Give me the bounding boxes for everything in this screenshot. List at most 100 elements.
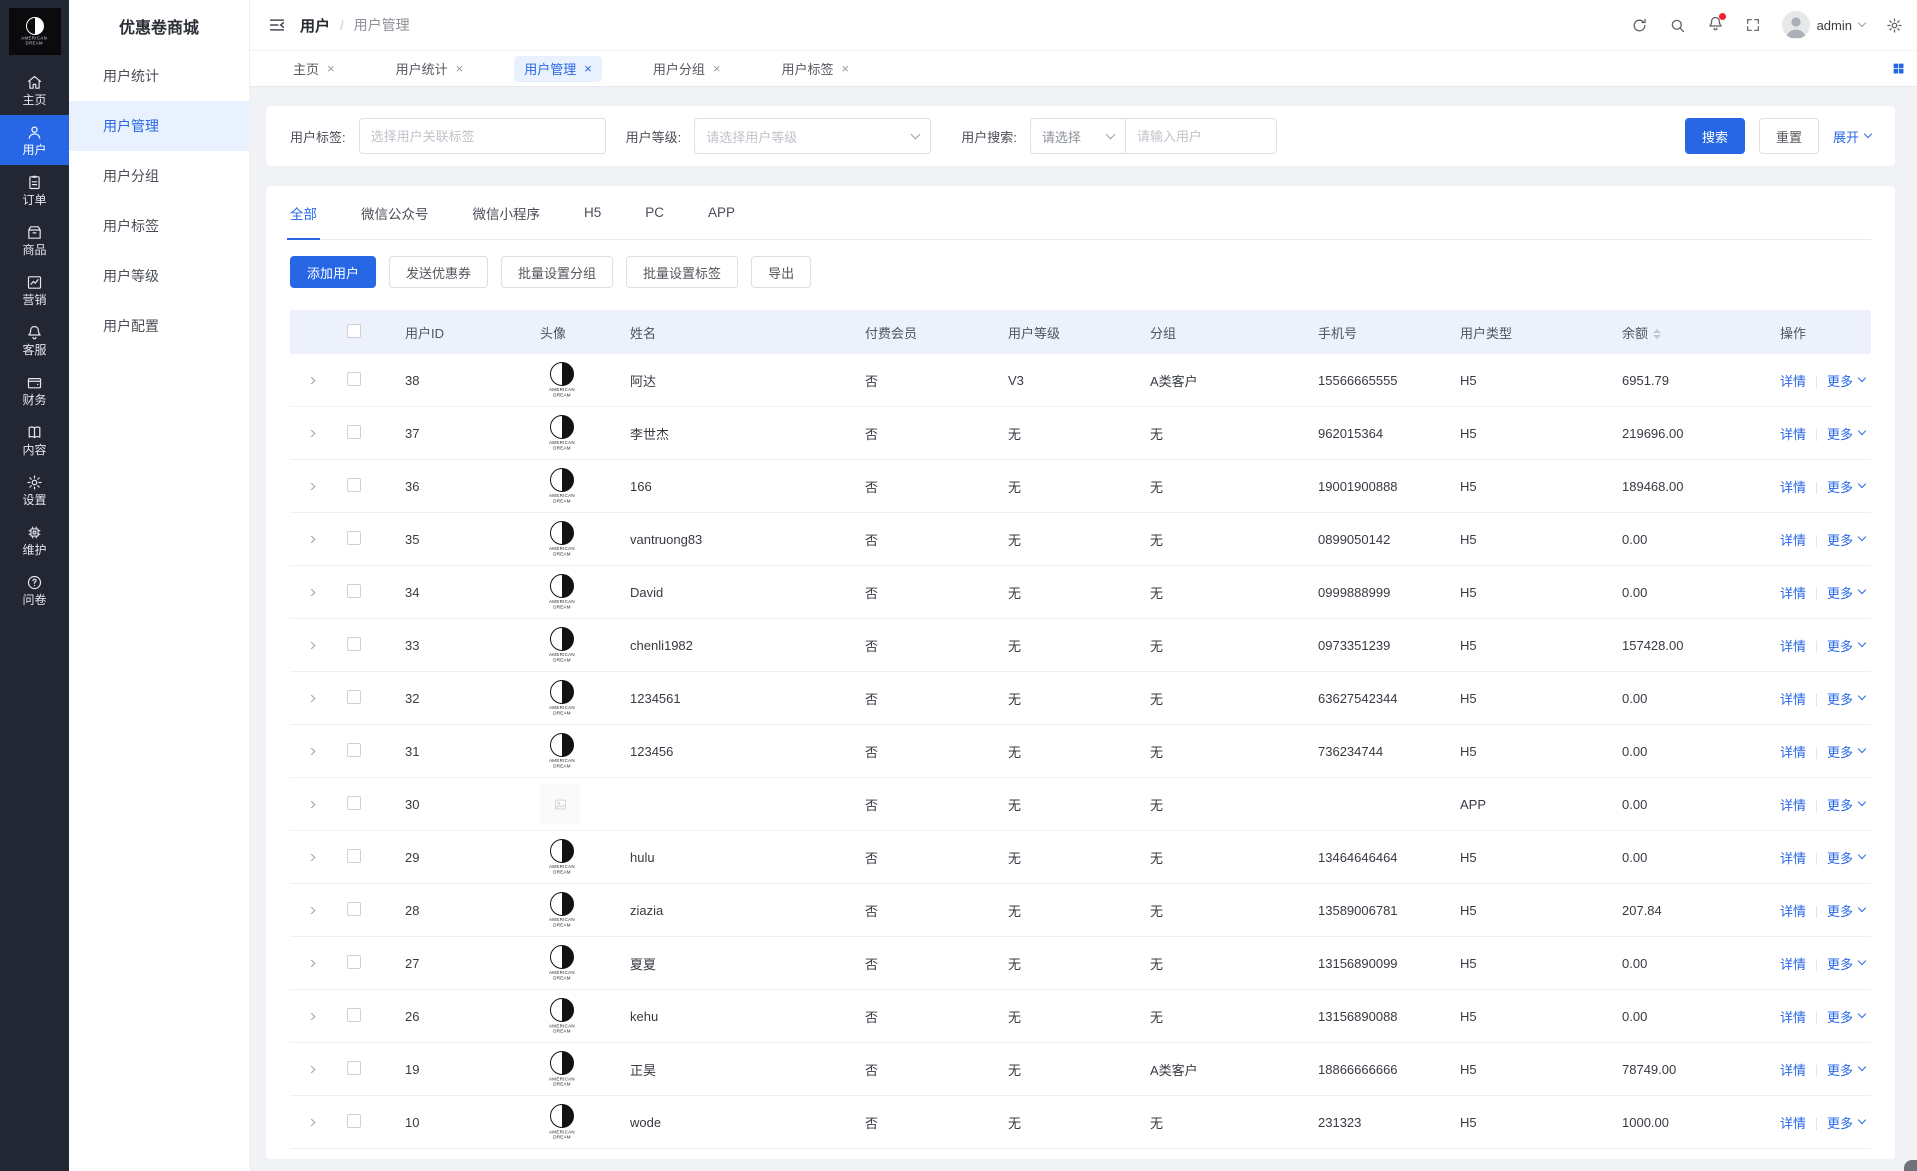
expand-row-icon[interactable] [305, 801, 315, 808]
row-detail-link[interactable]: 详情 [1780, 901, 1806, 920]
row-checkbox[interactable] [347, 478, 361, 492]
user-type-tab[interactable]: PC [645, 186, 664, 239]
row-checkbox[interactable] [347, 637, 361, 651]
expand-row-icon[interactable] [305, 642, 315, 649]
row-checkbox[interactable] [347, 584, 361, 598]
sidebar-item-0[interactable]: 用户统计 [69, 51, 249, 101]
row-more-link[interactable]: 更多 [1827, 371, 1865, 390]
table-row[interactable]: 34 AMERICANDREAM David 否 无 无 0999888999 … [290, 566, 1871, 619]
user-type-tab[interactable]: 全部 [290, 186, 317, 239]
table-action-button-1[interactable]: 批量设置分组 [501, 256, 613, 288]
table-action-button-3[interactable]: 导出 [751, 256, 811, 288]
sort-icon[interactable] [1653, 329, 1661, 339]
user-type-tab[interactable]: 微信小程序 [473, 186, 541, 239]
expand-row-icon[interactable] [305, 483, 315, 490]
row-more-link[interactable]: 更多 [1827, 954, 1865, 973]
row-detail-link[interactable]: 详情 [1780, 583, 1806, 602]
row-checkbox[interactable] [347, 1114, 361, 1128]
table-row[interactable]: 32 AMERICANDREAM 1234561 否 无 无 636275423… [290, 672, 1871, 725]
user-menu[interactable]: admin [1782, 11, 1865, 39]
expand-row-icon[interactable] [305, 960, 315, 967]
expand-row-icon[interactable] [305, 748, 315, 755]
row-checkbox[interactable] [347, 902, 361, 916]
search-icon[interactable] [1669, 17, 1686, 34]
fullscreen-icon[interactable] [1745, 17, 1761, 33]
page-tab[interactable]: 用户分组 × [643, 56, 731, 82]
rail-item-service[interactable]: 客服 [0, 315, 69, 365]
row-more-link[interactable]: 更多 [1827, 1113, 1865, 1132]
table-row[interactable]: 27 AMERICANDREAM 夏夏 否 无 无 13156890099 H5… [290, 937, 1871, 990]
rail-item-survey[interactable]: 问卷 [0, 565, 69, 615]
row-detail-link[interactable]: 详情 [1780, 689, 1806, 708]
table-row[interactable]: 30 否 无 无 APP 0.00 详情更多 [290, 778, 1871, 831]
table-row[interactable]: 26 AMERICANDREAM kehu 否 无 无 13156890088 … [290, 990, 1871, 1043]
table-row[interactable]: 38 AMERICANDREAM 阿达 否 V3 A类客户 1556666555… [290, 354, 1871, 407]
sidebar-item-5[interactable]: 用户配置 [69, 301, 249, 351]
table-row[interactable]: 36 AMERICANDREAM 166 否 无 无 19001900888 H… [290, 460, 1871, 513]
table-row[interactable]: 35 AMERICANDREAM vantruong83 否 无 无 08990… [290, 513, 1871, 566]
row-detail-link[interactable]: 详情 [1780, 1007, 1806, 1026]
row-detail-link[interactable]: 详情 [1780, 1113, 1806, 1132]
row-detail-link[interactable]: 详情 [1780, 371, 1806, 390]
table-row[interactable]: 28 AMERICANDREAM ziazia 否 无 无 1358900678… [290, 884, 1871, 937]
expand-row-icon[interactable] [305, 1013, 315, 1020]
row-checkbox[interactable] [347, 955, 361, 969]
expand-filters-link[interactable]: 展开 [1833, 127, 1871, 146]
row-checkbox[interactable] [347, 1061, 361, 1075]
row-more-link[interactable]: 更多 [1827, 742, 1865, 761]
row-more-link[interactable]: 更多 [1827, 901, 1865, 920]
panel-grid-icon[interactable] [1892, 62, 1905, 75]
row-detail-link[interactable]: 详情 [1780, 1060, 1806, 1079]
rail-item-marketing[interactable]: 营销 [0, 265, 69, 315]
search-button[interactable]: 搜索 [1685, 118, 1745, 154]
table-row[interactable]: 29 AMERICANDREAM hulu 否 无 无 13464646464 … [290, 831, 1871, 884]
notification-button[interactable] [1707, 15, 1724, 35]
user-type-tab[interactable]: H5 [584, 186, 601, 239]
sidebar-item-4[interactable]: 用户等级 [69, 251, 249, 301]
row-detail-link[interactable]: 详情 [1780, 954, 1806, 973]
row-more-link[interactable]: 更多 [1827, 795, 1865, 814]
tab-close-icon[interactable]: × [456, 62, 464, 75]
menu-fold-icon[interactable] [268, 16, 286, 34]
rail-item-maintenance[interactable]: 维护 [0, 515, 69, 565]
row-detail-link[interactable]: 详情 [1780, 848, 1806, 867]
expand-row-icon[interactable] [305, 907, 315, 914]
sidebar-item-3[interactable]: 用户标签 [69, 201, 249, 251]
rail-item-content[interactable]: 内容 [0, 415, 69, 465]
expand-row-icon[interactable] [305, 695, 315, 702]
row-more-link[interactable]: 更多 [1827, 530, 1865, 549]
row-checkbox[interactable] [347, 796, 361, 810]
level-filter-select[interactable]: 请选择用户等级 [694, 118, 931, 154]
row-detail-link[interactable]: 详情 [1780, 530, 1806, 549]
rail-item-settings[interactable]: 设置 [0, 465, 69, 515]
row-checkbox[interactable] [347, 531, 361, 545]
expand-row-icon[interactable] [305, 536, 315, 543]
add-user-button[interactable]: 添加用户 [290, 256, 376, 288]
row-checkbox[interactable] [347, 1008, 361, 1022]
expand-row-icon[interactable] [305, 854, 315, 861]
table-row[interactable]: 37 AMERICANDREAM 李世杰 否 无 无 962015364 H5 … [290, 407, 1871, 460]
table-action-button-2[interactable]: 批量设置标签 [626, 256, 738, 288]
tab-close-icon[interactable]: × [584, 62, 592, 75]
expand-row-icon[interactable] [305, 1066, 315, 1073]
tag-filter-input[interactable] [359, 118, 606, 154]
table-row[interactable]: 19 AMERICANDREAM 正昊 否 无 A类客户 18866666666… [290, 1043, 1871, 1096]
search-type-select[interactable]: 请选择 [1030, 118, 1126, 154]
rail-item-finance[interactable]: 财务 [0, 365, 69, 415]
row-more-link[interactable]: 更多 [1827, 477, 1865, 496]
row-detail-link[interactable]: 详情 [1780, 636, 1806, 655]
row-more-link[interactable]: 更多 [1827, 1007, 1865, 1026]
row-checkbox[interactable] [347, 743, 361, 757]
user-search-input[interactable] [1126, 118, 1277, 154]
sidebar-item-1[interactable]: 用户管理 [69, 101, 249, 151]
sidebar-item-2[interactable]: 用户分组 [69, 151, 249, 201]
row-checkbox[interactable] [347, 372, 361, 386]
row-detail-link[interactable]: 详情 [1780, 477, 1806, 496]
rail-item-goods[interactable]: 商品 [0, 215, 69, 265]
row-more-link[interactable]: 更多 [1827, 424, 1865, 443]
user-type-tab[interactable]: 微信公众号 [361, 186, 429, 239]
row-more-link[interactable]: 更多 [1827, 848, 1865, 867]
tab-close-icon[interactable]: × [841, 62, 849, 75]
row-more-link[interactable]: 更多 [1827, 583, 1865, 602]
row-more-link[interactable]: 更多 [1827, 1060, 1865, 1079]
